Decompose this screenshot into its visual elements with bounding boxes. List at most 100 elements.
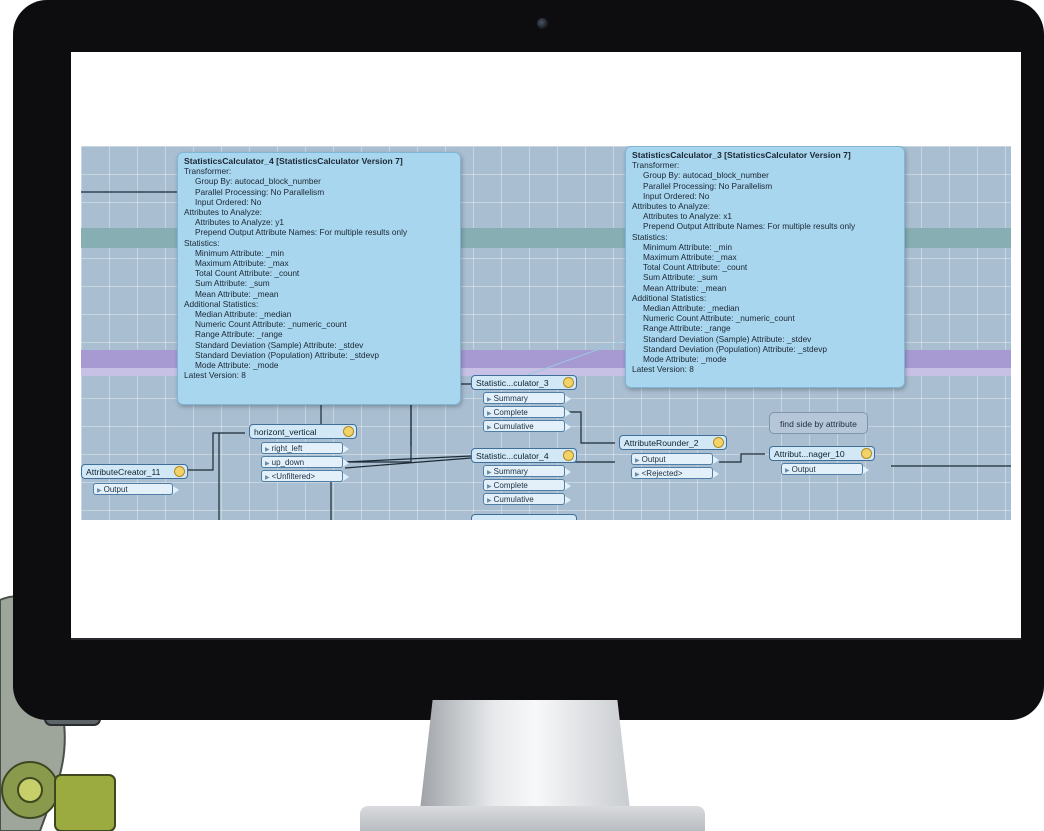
tooltip-line: Mode Attribute: _mode <box>643 354 727 365</box>
port-label: Output <box>641 455 666 464</box>
monitor-screen: StatisticsCalculator_4 [StatisticsCalcul… <box>71 52 1021 638</box>
tooltip-line: Prepend Output Attribute Names: For mult… <box>643 221 856 232</box>
transformer-attribute-rounder[interactable]: AttributeRounder_2 <box>619 435 727 450</box>
port-label: right_left <box>271 444 303 453</box>
output-port[interactable]: ▶ Cumulative <box>483 493 571 505</box>
tooltip-line: Additional Statistics: <box>184 298 259 309</box>
port-arrow-icon: ▶ <box>635 472 640 478</box>
port-arrow-icon: ▶ <box>487 498 492 504</box>
transformer-label: Attribut...nager_10 <box>774 449 845 459</box>
tooltip-line: Attributes to Analyze: <box>632 201 710 212</box>
tooltip-line: Median Attribute: _median <box>195 309 292 320</box>
output-port[interactable]: ▶ Output <box>631 453 719 465</box>
tooltip-line: Median Attribute: _median <box>643 303 740 314</box>
tooltip-line: Standard Deviation (Sample) Attribute: _… <box>195 339 364 350</box>
transformer-label: AttributeCreator_11 <box>86 467 161 477</box>
transformer-attribute-creator[interactable]: AttributeCreator_11 <box>81 464 188 479</box>
tooltip-line: Standard Deviation (Population) Attribut… <box>643 343 828 354</box>
port-label: Output <box>791 465 816 474</box>
tooltip-line: Attributes to Analyze: y1 <box>195 217 285 228</box>
output-port[interactable]: ▶ <Rejected> <box>631 467 719 479</box>
tooltip-line: Statistics: <box>632 231 668 242</box>
connection-line <box>177 432 245 471</box>
tooltip-line: Transformer: <box>632 160 680 171</box>
port-arrow-icon: ▶ <box>265 475 270 481</box>
gear-icon[interactable] <box>563 450 574 461</box>
output-port[interactable]: ▶ Complete <box>483 406 571 418</box>
tooltip-line: Parallel Processing: No Parallelism <box>195 186 325 197</box>
port-arrow-icon: ▶ <box>487 397 492 403</box>
port-arrow-icon: ▶ <box>265 447 270 453</box>
tooltip-statistics-calculator-3: StatisticsCalculator_3 [StatisticsCalcul… <box>625 146 905 388</box>
tooltip-line: Attributes to Analyze: <box>184 207 262 218</box>
tooltip-line: Attributes to Analyze: x1 <box>643 211 733 222</box>
tooltip-line: Mode Attribute: _mode <box>195 360 279 371</box>
port-arrow-icon: ▶ <box>487 411 492 417</box>
output-port[interactable]: ▶ Summary <box>483 392 571 404</box>
tooltip-line: Additional Statistics: <box>632 292 707 303</box>
gear-icon[interactable] <box>343 426 354 437</box>
gear-icon[interactable] <box>713 437 724 448</box>
gear-icon[interactable] <box>563 377 574 388</box>
port-label: Cumulative <box>493 495 534 504</box>
tooltip-lines: Transformer: Group By: autocad_block_numb… <box>632 160 898 374</box>
port-label: Output <box>103 485 128 494</box>
gear-icon[interactable] <box>861 448 872 459</box>
tooltip-line: Group By: autocad_block_number <box>195 176 321 187</box>
tooltip-line: Sum Attribute: _sum <box>195 278 270 289</box>
port-label: Cumulative <box>493 422 534 431</box>
tooltip-line: Input Ordered: No <box>195 196 262 207</box>
output-port[interactable]: ▶ Complete <box>483 479 571 491</box>
port-arrow-icon: ▶ <box>97 488 102 494</box>
port-label: up_down <box>271 458 305 467</box>
output-port[interactable]: ▶ <Unfiltered> <box>261 470 349 482</box>
transformer-horizont-vertical[interactable]: horizont_vertical <box>249 424 357 439</box>
tooltip-line: Group By: autocad_block_number <box>643 170 769 181</box>
port-label: Summary <box>493 467 528 476</box>
port-label: <Unfiltered> <box>271 472 316 481</box>
tooltip-line: Total Count Attribute: _count <box>643 262 748 273</box>
connection-line <box>567 411 615 444</box>
tooltip-line: Standard Deviation (Sample) Attribute: _… <box>643 333 812 344</box>
tooltip-line: Mean Attribute: _mean <box>195 288 279 299</box>
port-label: Summary <box>493 394 528 403</box>
tooltip-line: Maximum Attribute: _max <box>643 252 737 263</box>
output-port[interactable]: ▶ right_left <box>261 442 349 454</box>
tooltip-line: Range Attribute: _range <box>195 329 283 340</box>
transformer-statistics-calculator-4[interactable]: Statistic...culator_4 <box>471 448 577 463</box>
tooltip-line: Transformer: <box>184 166 232 177</box>
transformer-partial <box>471 514 577 520</box>
workbench-canvas[interactable]: StatisticsCalculator_4 [StatisticsCalcul… <box>81 146 1011 520</box>
tooltip-line: Latest Version: 8 <box>632 364 694 375</box>
port-label: Complete <box>493 408 528 417</box>
tooltip-line: Total Count Attribute: _count <box>195 268 300 279</box>
monitor-frame: StatisticsCalculator_4 [StatisticsCalcul… <box>13 0 1044 720</box>
port-arrow-icon: ▶ <box>487 484 492 490</box>
tooltip-line: Latest Version: 8 <box>184 370 246 381</box>
output-port[interactable]: ▶ Output <box>93 483 179 495</box>
transformer-label: Statistic...culator_3 <box>476 378 549 388</box>
transformer-attribute-manager[interactable]: Attribut...nager_10 <box>769 446 875 461</box>
port-label: <Rejected> <box>641 469 683 478</box>
tooltip-line: Standard Deviation (Population) Attribut… <box>195 349 380 360</box>
tooltip-title: StatisticsCalculator_3 [StatisticsCalcul… <box>632 150 851 160</box>
output-port[interactable]: ▶ Cumulative <box>483 420 571 432</box>
tooltip-line: Parallel Processing: No Parallelism <box>643 180 773 191</box>
connection-line <box>719 453 765 463</box>
tooltip-line: Prepend Output Attribute Names: For mult… <box>195 227 408 238</box>
tooltip-line: Minimum Attribute: _min <box>643 241 732 252</box>
webcam-icon <box>537 18 548 29</box>
transformer-statistics-calculator-3[interactable]: Statistic...culator_3 <box>471 375 577 390</box>
tooltip-line: Numeric Count Attribute: _numeric_count <box>643 313 795 324</box>
transformer-label: horizont_vertical <box>254 427 317 437</box>
output-port[interactable]: ▶ up_down <box>261 456 349 468</box>
monitor-stand <box>420 700 630 810</box>
output-port[interactable]: ▶ Output <box>781 463 869 475</box>
annotation-note[interactable]: find side by attribute <box>769 412 868 434</box>
tooltip-line: Maximum Attribute: _max <box>195 258 289 269</box>
tooltip-line: Sum Attribute: _sum <box>643 272 718 283</box>
tooltip-line: Input Ordered: No <box>643 190 710 201</box>
gear-icon[interactable] <box>174 466 185 477</box>
port-arrow-icon: ▶ <box>635 458 640 464</box>
output-port[interactable]: ▶ Summary <box>483 465 571 477</box>
